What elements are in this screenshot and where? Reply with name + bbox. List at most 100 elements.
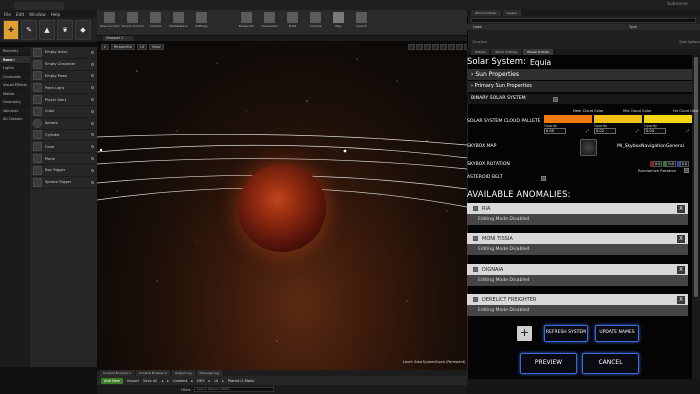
asteroid-belt-checkbox[interactable] <box>541 176 546 181</box>
rotation-x-value[interactable]: 0.0 <box>653 161 663 167</box>
content-search-input[interactable]: Search Planet-O-Matic <box>193 387 274 392</box>
slider-arrow-icon[interactable]: ⤢ <box>636 128 639 133</box>
breadcrumb-planet-o-matic[interactable]: Planet-O-Matic <box>228 379 255 383</box>
add-anomaly-button[interactable]: + <box>517 326 532 341</box>
geometry-mode-icon[interactable]: ◆ <box>75 20 91 40</box>
col-type[interactable]: Type <box>629 24 637 30</box>
rotation-x-field[interactable]: 0.0 <box>650 161 663 167</box>
anomaly-checkbox[interactable] <box>473 267 478 272</box>
list-item[interactable]: Plane <box>30 153 97 165</box>
preview-button[interactable]: PREVIEW <box>520 353 577 374</box>
list-item[interactable]: Point Light <box>30 82 97 95</box>
menu-help[interactable]: Help <box>51 12 61 17</box>
viewport-menu-icon[interactable]: ▾ <box>101 44 109 50</box>
show-button[interactable]: Show <box>149 44 164 50</box>
slider-arrow-icon[interactable]: ⤢ <box>686 128 689 133</box>
list-item[interactable]: Empty Actor <box>30 47 97 59</box>
nav-forward-icon[interactable]: ▸ <box>167 379 169 383</box>
cinematics-button[interactable]: Cinematics <box>259 12 280 33</box>
update-names-button[interactable]: UPDATE NAMES <box>595 325 639 342</box>
anomaly-checkbox[interactable] <box>473 236 478 241</box>
list-item[interactable]: Box Trigger <box>30 165 97 177</box>
refresh-system-button[interactable]: REFRESH SYSTEM <box>544 325 588 342</box>
near-opacity-input[interactable]: 0.05 <box>544 128 566 134</box>
list-item[interactable]: Cube <box>30 106 97 118</box>
slider-arrow-icon[interactable]: ⤢ <box>586 128 589 133</box>
import-button[interactable]: Import <box>127 379 139 383</box>
breadcrumb-ui[interactable]: UI <box>214 379 218 383</box>
tab-world-outliner[interactable]: World Outliner <box>471 10 501 16</box>
anomaly-checkbox[interactable] <box>473 206 478 211</box>
far-cloud-color-swatch[interactable] <box>644 115 692 123</box>
build-button[interactable]: Build <box>282 12 303 33</box>
place-mode-icon[interactable]: ✚ <box>3 20 19 40</box>
menu-file[interactable]: File <box>4 12 11 17</box>
tab-layers[interactable]: Layers <box>502 10 521 16</box>
settings-button[interactable]: Settings <box>191 12 212 33</box>
foliage-mode-icon[interactable]: ❦ <box>57 20 73 40</box>
near-cloud-color-swatch[interactable] <box>544 115 592 123</box>
binary-solar-system-checkbox[interactable] <box>553 97 558 102</box>
perspective-button[interactable]: Perspective <box>110 44 136 50</box>
content-button[interactable]: Content <box>145 12 166 33</box>
category-volumes[interactable]: Volumes <box>0 107 30 115</box>
sun-properties-header[interactable]: › Sun Properties <box>467 69 692 80</box>
mid-opacity-input[interactable]: 0.02 <box>594 128 616 134</box>
skybox-thumbnail[interactable] <box>580 139 597 156</box>
outliner-search-input[interactable] <box>471 18 696 23</box>
breadcrumb-content[interactable]: Content <box>173 379 187 383</box>
category-basic[interactable]: Basic <box>0 55 30 64</box>
paint-mode-icon[interactable]: ✎ <box>21 20 37 40</box>
list-item[interactable]: Empty Pawn <box>30 71 97 83</box>
marketplace-button[interactable]: Marketplace <box>168 12 189 33</box>
category-recently-placed[interactable]: Recently Placed <box>0 47 30 62</box>
anomaly-checkbox[interactable] <box>473 297 478 302</box>
compile-button[interactable]: Compile <box>305 12 326 33</box>
category-media[interactable]: Media <box>0 90 30 98</box>
play-button[interactable]: Play <box>328 12 349 33</box>
list-item[interactable]: Cylinder <box>30 130 97 142</box>
skybox-map-value[interactable]: MI_SkyboxNavigationGeneral <box>617 144 684 149</box>
mid-cloud-color-swatch[interactable] <box>594 115 642 123</box>
translate-icon[interactable] <box>408 44 415 50</box>
category-visual-effects[interactable]: Visual Effects <box>0 81 30 90</box>
rotation-y-value[interactable]: 0.0 <box>666 161 676 167</box>
category-cinematic[interactable]: Cinematic <box>0 73 30 81</box>
snap-icon[interactable] <box>440 44 447 50</box>
list-item[interactable]: Cone <box>30 141 97 154</box>
save-current-button[interactable]: Save Current <box>99 12 120 33</box>
randomize-rotation-checkbox[interactable] <box>684 168 689 173</box>
col-label[interactable]: Label <box>473 25 482 29</box>
rotation-z-field[interactable]: 0.0 <box>676 161 690 167</box>
category-lights[interactable]: Lights <box>0 64 30 73</box>
close-icon[interactable]: X <box>677 234 685 243</box>
menu-window[interactable]: Window <box>29 12 46 17</box>
cancel-button[interactable]: CANCEL <box>582 353 639 374</box>
list-item[interactable]: Sphere <box>30 118 97 130</box>
close-icon[interactable]: X <box>677 204 685 213</box>
world-icon[interactable] <box>432 44 439 50</box>
grid-icon[interactable] <box>448 44 455 50</box>
save-all-button[interactable]: Save All <box>143 379 157 383</box>
launch-button[interactable]: Launch <box>351 12 372 33</box>
blueprints-button[interactable]: Blueprints <box>236 12 257 33</box>
far-opacity-input[interactable]: 0.04 <box>644 128 666 134</box>
close-icon[interactable]: X <box>677 265 685 274</box>
rotate-icon[interactable] <box>416 44 423 50</box>
window-tab[interactable] <box>14 2 64 10</box>
menu-edit[interactable]: Edit <box>16 12 24 17</box>
rotation-z-value[interactable]: 0.0 <box>679 161 690 167</box>
breadcrumb-dev[interactable]: DEV <box>197 379 205 383</box>
lit-button[interactable]: Lit <box>137 44 147 50</box>
list-item[interactable]: Sphere Trigger <box>30 177 97 189</box>
close-icon[interactable]: X <box>677 295 685 304</box>
category-geometry[interactable]: Geometry <box>0 98 30 107</box>
category-all-classes[interactable]: All Classes <box>0 115 30 124</box>
landscape-mode-icon[interactable]: ▲ <box>39 20 55 40</box>
primary-sun-properties-header[interactable]: › Primary Sun Properties <box>467 81 692 92</box>
angle-icon[interactable] <box>456 44 463 50</box>
view-options-button[interactable]: View Options <box>679 40 700 44</box>
scale-icon[interactable] <box>424 44 431 50</box>
scrollbar-thumb[interactable] <box>694 57 698 297</box>
rotation-y-field[interactable]: 0.0 <box>663 161 676 167</box>
